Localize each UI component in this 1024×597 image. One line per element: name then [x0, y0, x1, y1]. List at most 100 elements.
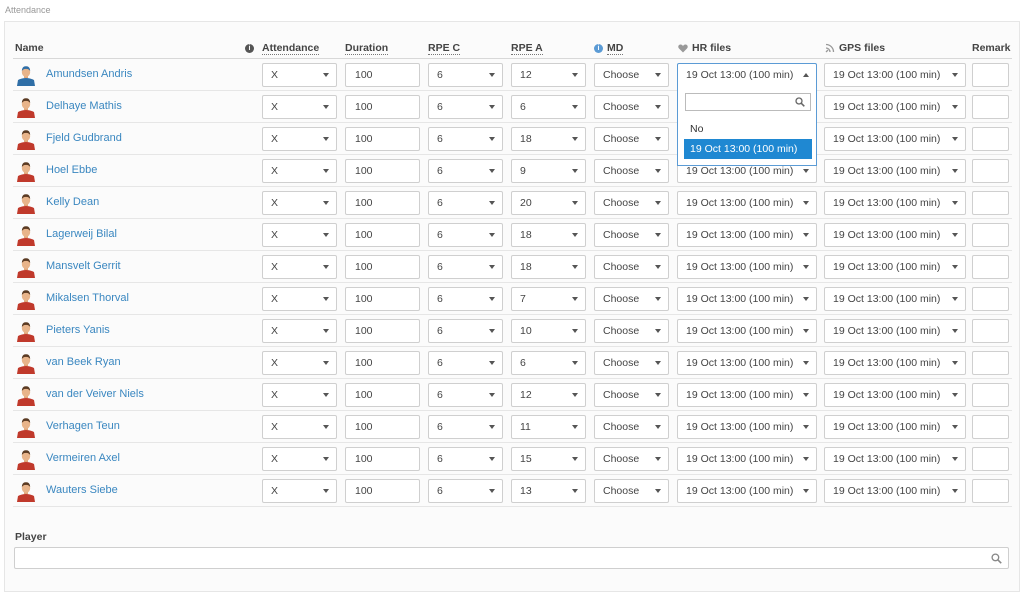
md-select[interactable]: Choose	[594, 479, 669, 503]
player-name-link[interactable]: Verhagen Teun	[46, 420, 120, 432]
attendance-select[interactable]: X	[262, 447, 337, 471]
md-select[interactable]: Choose	[594, 319, 669, 343]
rpe-a-select[interactable]: 20	[511, 191, 586, 215]
rpe-c-select[interactable]: 6	[428, 287, 503, 311]
gps-files-select[interactable]: 19 Oct 13:00 (100 min)	[824, 255, 966, 279]
gps-files-select[interactable]: 19 Oct 13:00 (100 min)	[824, 479, 966, 503]
info-icon[interactable]: i	[594, 43, 603, 53]
md-select[interactable]: Choose	[594, 191, 669, 215]
rpe-a-select[interactable]: 18	[511, 223, 586, 247]
player-name-link[interactable]: Amundsen Andris	[46, 68, 132, 80]
rpe-c-select[interactable]: 6	[428, 255, 503, 279]
attendance-select[interactable]: X	[262, 255, 337, 279]
rpe-a-select[interactable]: 12	[511, 383, 586, 407]
attendance-select[interactable]: X	[262, 415, 337, 439]
rpe-c-select[interactable]: 6	[428, 479, 503, 503]
remark-input[interactable]	[972, 479, 1009, 503]
dropdown-option-file[interactable]: 19 Oct 13:00 (100 min)	[684, 139, 812, 159]
gps-files-select[interactable]: 19 Oct 13:00 (100 min)	[824, 319, 966, 343]
hr-files-select[interactable]: 19 Oct 13:00 (100 min)	[677, 63, 817, 87]
rpe-c-select[interactable]: 6	[428, 95, 503, 119]
gps-files-select[interactable]: 19 Oct 13:00 (100 min)	[824, 191, 966, 215]
dropdown-option-no[interactable]: No	[684, 119, 812, 139]
md-select[interactable]: Choose	[594, 159, 669, 183]
md-select[interactable]: Choose	[594, 415, 669, 439]
hr-files-select[interactable]: 19 Oct 13:00 (100 min)	[677, 415, 817, 439]
rpe-a-select[interactable]: 13	[511, 479, 586, 503]
duration-input[interactable]: 100	[345, 351, 420, 375]
duration-input[interactable]: 100	[345, 319, 420, 343]
info-icon[interactable]: i	[245, 43, 254, 53]
remark-input[interactable]	[972, 191, 1009, 215]
gps-files-select[interactable]: 19 Oct 13:00 (100 min)	[824, 415, 966, 439]
md-select[interactable]: Choose	[594, 223, 669, 247]
remark-input[interactable]	[972, 95, 1009, 119]
remark-input[interactable]	[972, 127, 1009, 151]
remark-input[interactable]	[972, 63, 1009, 87]
md-select[interactable]: Choose	[594, 351, 669, 375]
hr-files-select[interactable]: 19 Oct 13:00 (100 min)	[677, 383, 817, 407]
rpe-c-select[interactable]: 6	[428, 447, 503, 471]
hr-files-select[interactable]: 19 Oct 13:00 (100 min)	[677, 479, 817, 503]
col-header-rpe-a[interactable]: RPE A	[511, 41, 543, 55]
remark-input[interactable]	[972, 159, 1009, 183]
remark-input[interactable]	[972, 351, 1009, 375]
rpe-a-select[interactable]: 6	[511, 95, 586, 119]
remark-input[interactable]	[972, 319, 1009, 343]
attendance-select[interactable]: X	[262, 479, 337, 503]
md-select[interactable]: Choose	[594, 383, 669, 407]
remark-input[interactable]	[972, 287, 1009, 311]
rpe-a-select[interactable]: 12	[511, 63, 586, 87]
rpe-c-select[interactable]: 6	[428, 63, 503, 87]
rpe-a-select[interactable]: 15	[511, 447, 586, 471]
player-name-link[interactable]: Mikalsen Thorval	[46, 292, 129, 304]
rpe-a-select[interactable]: 18	[511, 127, 586, 151]
md-select[interactable]: Choose	[594, 127, 669, 151]
col-header-attendance[interactable]: Attendance	[262, 41, 320, 55]
duration-input[interactable]: 100	[345, 127, 420, 151]
rpe-c-select[interactable]: 6	[428, 319, 503, 343]
md-select[interactable]: Choose	[594, 95, 669, 119]
hr-files-select[interactable]: 19 Oct 13:00 (100 min)	[677, 447, 817, 471]
attendance-select[interactable]: X	[262, 95, 337, 119]
md-select[interactable]: Choose	[594, 287, 669, 311]
hr-files-select[interactable]: 19 Oct 13:00 (100 min)	[677, 191, 817, 215]
gps-files-select[interactable]: 19 Oct 13:00 (100 min)	[824, 95, 966, 119]
name-info-icon-wrap[interactable]: i	[245, 41, 258, 55]
gps-files-select[interactable]: 19 Oct 13:00 (100 min)	[824, 287, 966, 311]
attendance-select[interactable]: X	[262, 191, 337, 215]
col-header-rpe-c[interactable]: RPE C	[428, 41, 461, 55]
gps-files-select[interactable]: 19 Oct 13:00 (100 min)	[824, 351, 966, 375]
player-name-link[interactable]: Delhaye Mathis	[46, 100, 122, 112]
player-name-link[interactable]: Lagerweij Bilal	[46, 228, 117, 240]
player-name-link[interactable]: Wauters Siebe	[46, 484, 118, 496]
remark-input[interactable]	[972, 255, 1009, 279]
duration-input[interactable]: 100	[345, 255, 420, 279]
md-select[interactable]: Choose	[594, 255, 669, 279]
md-select[interactable]: Choose	[594, 63, 669, 87]
col-header-duration[interactable]: Duration	[345, 41, 389, 55]
duration-input[interactable]: 100	[345, 383, 420, 407]
attendance-select[interactable]: X	[262, 383, 337, 407]
duration-input[interactable]: 100	[345, 287, 420, 311]
player-name-link[interactable]: Vermeiren Axel	[46, 452, 120, 464]
attendance-select[interactable]: X	[262, 287, 337, 311]
hr-files-select[interactable]: 19 Oct 13:00 (100 min)	[677, 351, 817, 375]
hr-files-select[interactable]: 19 Oct 13:00 (100 min)	[677, 319, 817, 343]
player-name-link[interactable]: Hoel Ebbe	[46, 164, 97, 176]
attendance-select[interactable]: X	[262, 319, 337, 343]
player-name-link[interactable]: Kelly Dean	[46, 196, 99, 208]
rpe-a-select[interactable]: 9	[511, 159, 586, 183]
gps-files-select[interactable]: 19 Oct 13:00 (100 min)	[824, 447, 966, 471]
rpe-c-select[interactable]: 6	[428, 415, 503, 439]
duration-input[interactable]: 100	[345, 447, 420, 471]
rpe-a-select[interactable]: 7	[511, 287, 586, 311]
md-select[interactable]: Choose	[594, 447, 669, 471]
rpe-a-select[interactable]: 10	[511, 319, 586, 343]
attendance-select[interactable]: X	[262, 63, 337, 87]
duration-input[interactable]: 100	[345, 415, 420, 439]
dropdown-search-input[interactable]	[685, 93, 811, 111]
player-name-link[interactable]: Fjeld Gudbrand	[46, 132, 122, 144]
player-search-input[interactable]	[14, 547, 1009, 569]
gps-files-select[interactable]: 19 Oct 13:00 (100 min)	[824, 159, 966, 183]
